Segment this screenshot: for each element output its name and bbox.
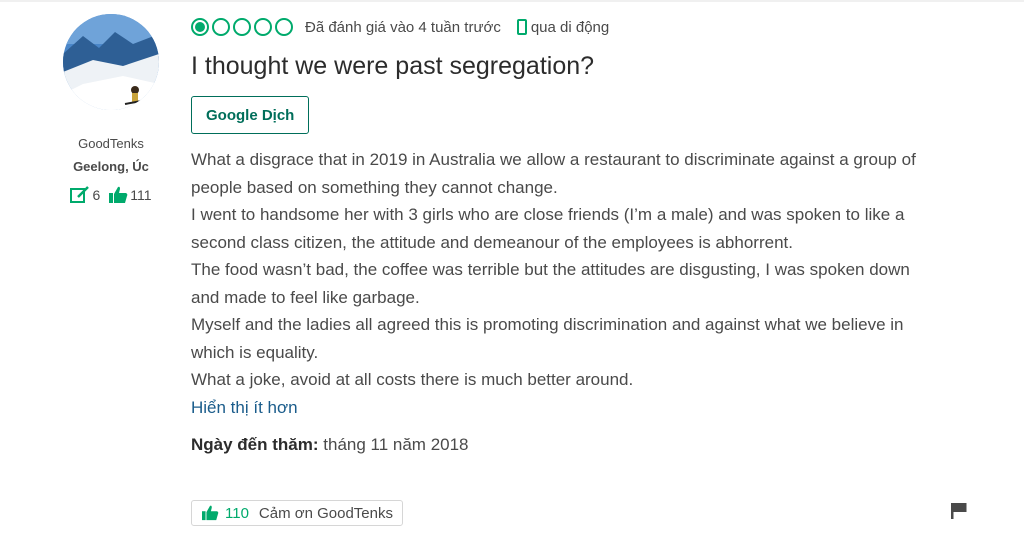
reviewer-info: GoodTenks Geelong, Úc 6 111 [56, 14, 166, 204]
helpful-count: 111 [130, 187, 152, 203]
review-card: Đã đánh giá vào 4 tuần trước qua di động… [191, 12, 991, 455]
review-title[interactable]: I thought we were past segregation? [191, 50, 991, 82]
device-label: qua di động [530, 18, 610, 36]
visit-date-label: Ngày đến thăm: [191, 434, 319, 454]
rating-bubble-5 [275, 18, 293, 36]
translate-button[interactable]: Google Dịch [191, 96, 310, 134]
show-less-link[interactable]: Hiển thị ít hơn [191, 394, 931, 421]
review-paragraph: I went to handsome her with 3 girls who … [191, 205, 905, 252]
thank-reviewer-button[interactable]: 110 Cảm ơn GoodTenks [191, 500, 403, 526]
visit-date: Ngày đến thăm: tháng 11 năm 2018 [191, 435, 991, 455]
mobile-icon [516, 19, 527, 35]
review-page: GoodTenks Geelong, Úc 6 111 Đã đánh giá … [0, 0, 1024, 543]
thanks-count: 110 [225, 504, 249, 522]
thumbs-up-icon [108, 186, 128, 204]
review-paragraph: What a joke, avoid at all costs there is… [191, 370, 634, 389]
reviews-count: 6 [92, 187, 101, 203]
rating-row: Đã đánh giá vào 4 tuần trước qua di động [191, 12, 991, 42]
thumbs-up-icon [201, 505, 219, 521]
avatar[interactable] [63, 14, 159, 110]
rating-bubble-2 [212, 18, 230, 36]
reviewer-stats: 6 111 [56, 186, 166, 204]
review-date: Đã đánh giá vào 4 tuần trước [305, 18, 501, 36]
thanks-label: Cảm ơn GoodTenks [258, 504, 393, 522]
edit-icon [70, 186, 90, 204]
rating-bubble-3 [233, 18, 251, 36]
rating-bubble-4 [254, 18, 272, 36]
flag-icon[interactable] [950, 502, 968, 525]
divider [0, 0, 1024, 2]
rating-bubble-1 [191, 18, 209, 36]
device-info: qua di động [516, 18, 610, 36]
visit-date-value: tháng 11 năm 2018 [323, 434, 469, 454]
rating-bubbles [191, 18, 293, 36]
reviewer-location: Geelong, Úc [73, 159, 149, 174]
review-paragraph: The food wasn’t bad, the coffee was terr… [191, 260, 910, 307]
reviewer-name[interactable]: GoodTenks [56, 136, 166, 151]
review-paragraph: What a disgrace that in 2019 in Australi… [191, 150, 916, 197]
review-paragraph: Myself and the ladies all agreed this is… [191, 315, 904, 362]
review-text: What a disgrace that in 2019 in Australi… [191, 146, 931, 421]
